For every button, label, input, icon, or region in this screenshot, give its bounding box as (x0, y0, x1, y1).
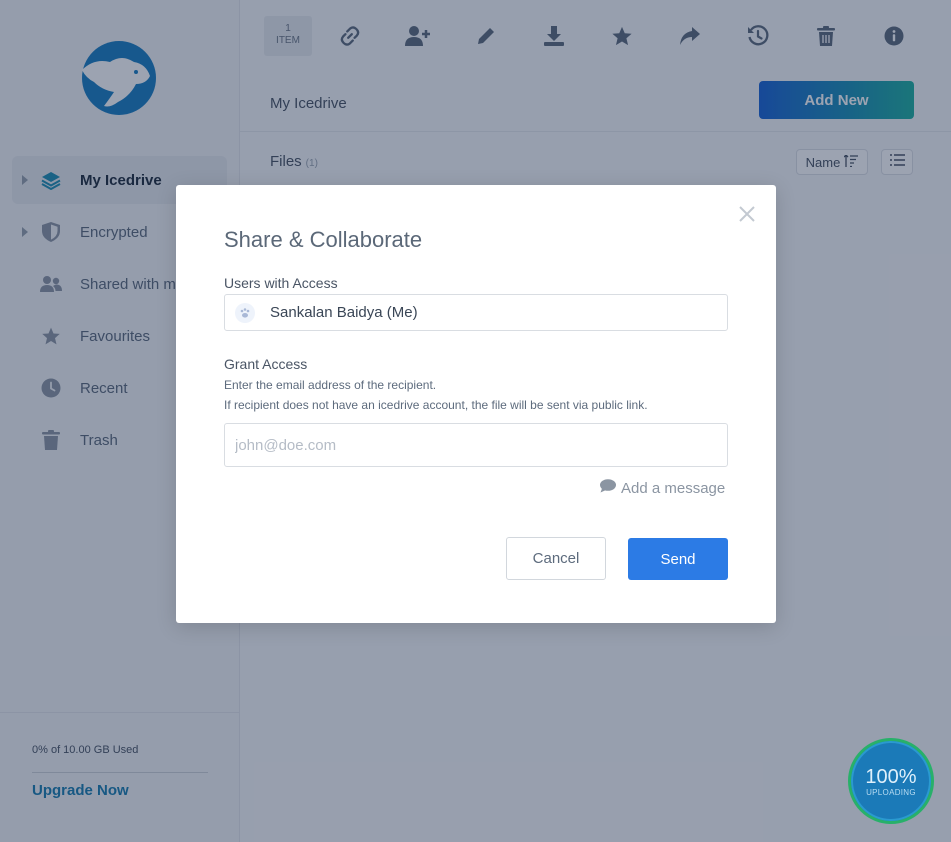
send-button[interactable]: Send (628, 538, 728, 580)
grant-help-text: If recipient does not have an icedrive a… (224, 398, 648, 412)
users-with-access-list: Sankalan Baidya (Me) (224, 294, 728, 331)
comment-icon (600, 479, 616, 497)
dialog-title: Share & Collaborate (224, 227, 423, 252)
recipient-email-input[interactable] (224, 423, 728, 467)
avatar (235, 303, 255, 323)
add-message-link[interactable]: Add a message (600, 479, 725, 497)
upload-status-label: UPLOADING (866, 787, 916, 797)
add-message-label: Add a message (621, 479, 726, 497)
upload-progress-badge[interactable]: 100% UPLOADING (848, 738, 934, 824)
cancel-button[interactable]: Cancel (506, 537, 606, 580)
close-icon[interactable] (736, 203, 758, 225)
users-with-access-label: Users with Access (224, 275, 338, 291)
share-dialog: Share & Collaborate Users with Access Sa… (176, 185, 776, 623)
user-name: Sankalan Baidya (Me) (270, 304, 418, 321)
grant-access-label: Grant Access (224, 356, 308, 372)
upload-percent: 100% (865, 765, 917, 788)
grant-help-text: Enter the email address of the recipient… (224, 378, 437, 392)
